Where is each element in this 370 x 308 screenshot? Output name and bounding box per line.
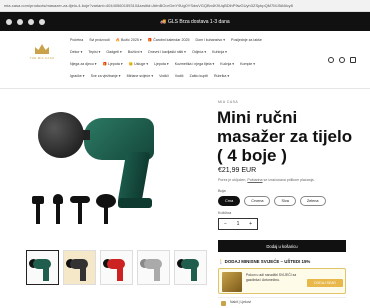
nav-item[interactable]: Njega za djecu ▾ xyxy=(70,62,97,66)
announcement-label: 🚚 GLS Brza dostava 1-3 dana xyxy=(160,18,230,25)
color-selector: Crna Crvena Siva Zelena xyxy=(218,196,326,206)
attachment-ball xyxy=(96,194,116,208)
crown-icon xyxy=(35,44,49,54)
announcement-bar: 🚚 GLS Brza dostava 1-3 dana xyxy=(0,12,370,31)
tax-note-prefix: Porez je uključen. xyxy=(218,178,248,182)
shipping-link[interactable]: Poštarina xyxy=(247,178,262,182)
nav-item[interactable]: Svi proizvodi xyxy=(89,38,109,42)
search-icon[interactable] xyxy=(328,57,334,63)
instagram-icon[interactable] xyxy=(17,18,23,25)
announcement-text: 🚚 GLS Brza dostava 1-3 dana xyxy=(120,19,270,25)
nav-item[interactable]: Rubrika ▾ xyxy=(214,74,229,78)
nav-item[interactable]: 🔥 Božić 2025 ▾ xyxy=(116,38,142,42)
nav-item[interactable]: Odjeća ▾ xyxy=(192,50,206,54)
nav-row-2: Dekor ▾ Tepisi ▾ Gadgeti ▾ Božićni ▾ Dne… xyxy=(70,50,310,54)
attachment-bullet xyxy=(53,194,63,204)
logo-wordmark: THE MIA CASA xyxy=(29,56,55,60)
nav-item[interactable]: Posljednje za lakše xyxy=(231,38,262,42)
cart-icon[interactable] xyxy=(350,57,356,63)
nav-item[interactable]: Dom i kuhanstvo ▾ xyxy=(195,38,225,42)
color-pill-crna[interactable]: Crna xyxy=(218,196,241,206)
quantity-value[interactable]: 1 xyxy=(237,221,240,227)
product-vendor: MIA CASA xyxy=(218,100,239,104)
nav-item[interactable]: Kučnja ▾ xyxy=(220,62,234,66)
nav-item[interactable]: Božićni ▾ xyxy=(128,50,142,54)
bottom-info-text: Nakit | Ljekovi xyxy=(230,300,252,304)
attachment-fork xyxy=(70,196,90,203)
thumbnail[interactable] xyxy=(63,250,96,285)
nav-item[interactable]: Zašto kupiti xyxy=(190,74,208,78)
nav-item[interactable]: Dekor ▾ xyxy=(70,50,82,54)
nav-item[interactable]: Dnevni i kavljaški ništi ▾ xyxy=(148,50,186,54)
header-divider xyxy=(0,88,370,89)
color-pill-siva[interactable]: Siva xyxy=(274,196,296,206)
thumbnail[interactable] xyxy=(26,250,59,285)
nav-item[interactable]: Kompie ▾ xyxy=(240,62,255,66)
whatsapp-icon[interactable] xyxy=(39,18,45,25)
massage-gun-head xyxy=(38,112,84,158)
color-option-label: Boja xyxy=(218,189,226,193)
attachment-stem xyxy=(78,202,82,224)
account-icon[interactable] xyxy=(339,57,345,63)
gift-icon xyxy=(221,301,226,306)
thumbnail[interactable] xyxy=(100,250,133,285)
url-text[interactable]: mia-casa.com/products/masazer-za-tijelo-… xyxy=(4,3,366,8)
thumbnail[interactable] xyxy=(174,250,207,285)
nav-item[interactable]: Igračke ▾ xyxy=(70,74,85,78)
quantity-minus-button[interactable]: − xyxy=(224,221,227,227)
promo-text: Pokon u adi narudžbi SVIJEĆI za gazdinka… xyxy=(246,273,297,282)
nav-row-1: Početna Svi proizvodi 🔥 Božić 2025 ▾ 🎁 Č… xyxy=(70,38,310,42)
nav-item[interactable]: Kozmetika i njega tijela ▾ xyxy=(175,62,215,66)
bottom-info-row: Nakit | Ljekovi xyxy=(218,297,346,307)
tax-note-suffix: se izračunava prilikom plaćanja. xyxy=(262,178,315,182)
nav-item[interactable]: Vodiči xyxy=(159,74,169,78)
product-thumbnails xyxy=(26,250,207,285)
nav-item[interactable]: Tepisi ▾ xyxy=(88,50,100,54)
nav-row-4: Igračke ▾ Sve za vježbanje ▾ Miriane svi… xyxy=(70,74,310,78)
promo-card: Pokon u adi narudžbi SVIJEĆI za gazdinka… xyxy=(218,268,346,294)
nav-row-3: Njega za djecu ▾ 🎁 Ljepota ▾ 😊 Usluge ▾ … xyxy=(70,62,310,66)
product-main-image[interactable] xyxy=(26,96,206,244)
nav-item[interactable]: Miriane svijeće ▾ xyxy=(127,74,154,78)
nav-item[interactable]: Početna xyxy=(70,38,83,42)
product-title: Mini ručni masažer za tijelo ( 4 boje ) xyxy=(217,108,353,165)
nav-item[interactable]: Vodič xyxy=(175,74,184,78)
nav-item[interactable]: 🎁 Čarobni kalendar 2025 xyxy=(148,38,190,42)
quantity-plus-button[interactable]: + xyxy=(249,221,252,227)
nav-item[interactable]: Ljepota ▾ xyxy=(154,62,169,66)
store-logo[interactable]: THE MIA CASA xyxy=(28,44,56,66)
nav-item[interactable]: 🎁 Ljepota ▾ xyxy=(103,62,123,66)
social-links xyxy=(6,18,45,25)
tiktok-icon[interactable] xyxy=(28,18,34,25)
tax-note: Porez je uključen. Poštarina se izračuna… xyxy=(218,178,315,182)
nav-item[interactable]: 😊 Usluge ▾ xyxy=(129,62,148,66)
color-pill-crvena[interactable]: Crvena xyxy=(244,196,271,206)
product-price: €21,99 EUR xyxy=(218,167,257,174)
header-actions xyxy=(328,57,356,63)
facebook-icon[interactable] xyxy=(6,18,12,25)
candle-image xyxy=(222,272,242,292)
massage-gun-base xyxy=(118,198,152,208)
quantity-label: Količina xyxy=(218,211,232,215)
add-to-cart-button[interactable]: Dodaj u košaricu xyxy=(218,240,346,252)
nav-item[interactable]: Sve za vježbanje ▾ xyxy=(91,74,121,78)
browser-url-bar[interactable]: mia-casa.com/products/masazer-za-tijelo-… xyxy=(0,0,370,12)
nav-item[interactable]: Kuhinja ▾ xyxy=(212,50,227,54)
nav-item[interactable]: Gadgeti ▾ xyxy=(106,50,121,54)
promo-title: 🕯️ DODAJ MINISNE SVIJEĆE – UŠTEDI 15% xyxy=(218,259,311,264)
color-pill-zelena[interactable]: Zelena xyxy=(299,196,326,206)
quantity-stepper: − 1 + xyxy=(218,218,258,230)
attachment-flat xyxy=(32,196,44,204)
thumbnail[interactable] xyxy=(137,250,170,285)
promo-add-button[interactable]: DODAJ SEAR xyxy=(307,279,343,287)
